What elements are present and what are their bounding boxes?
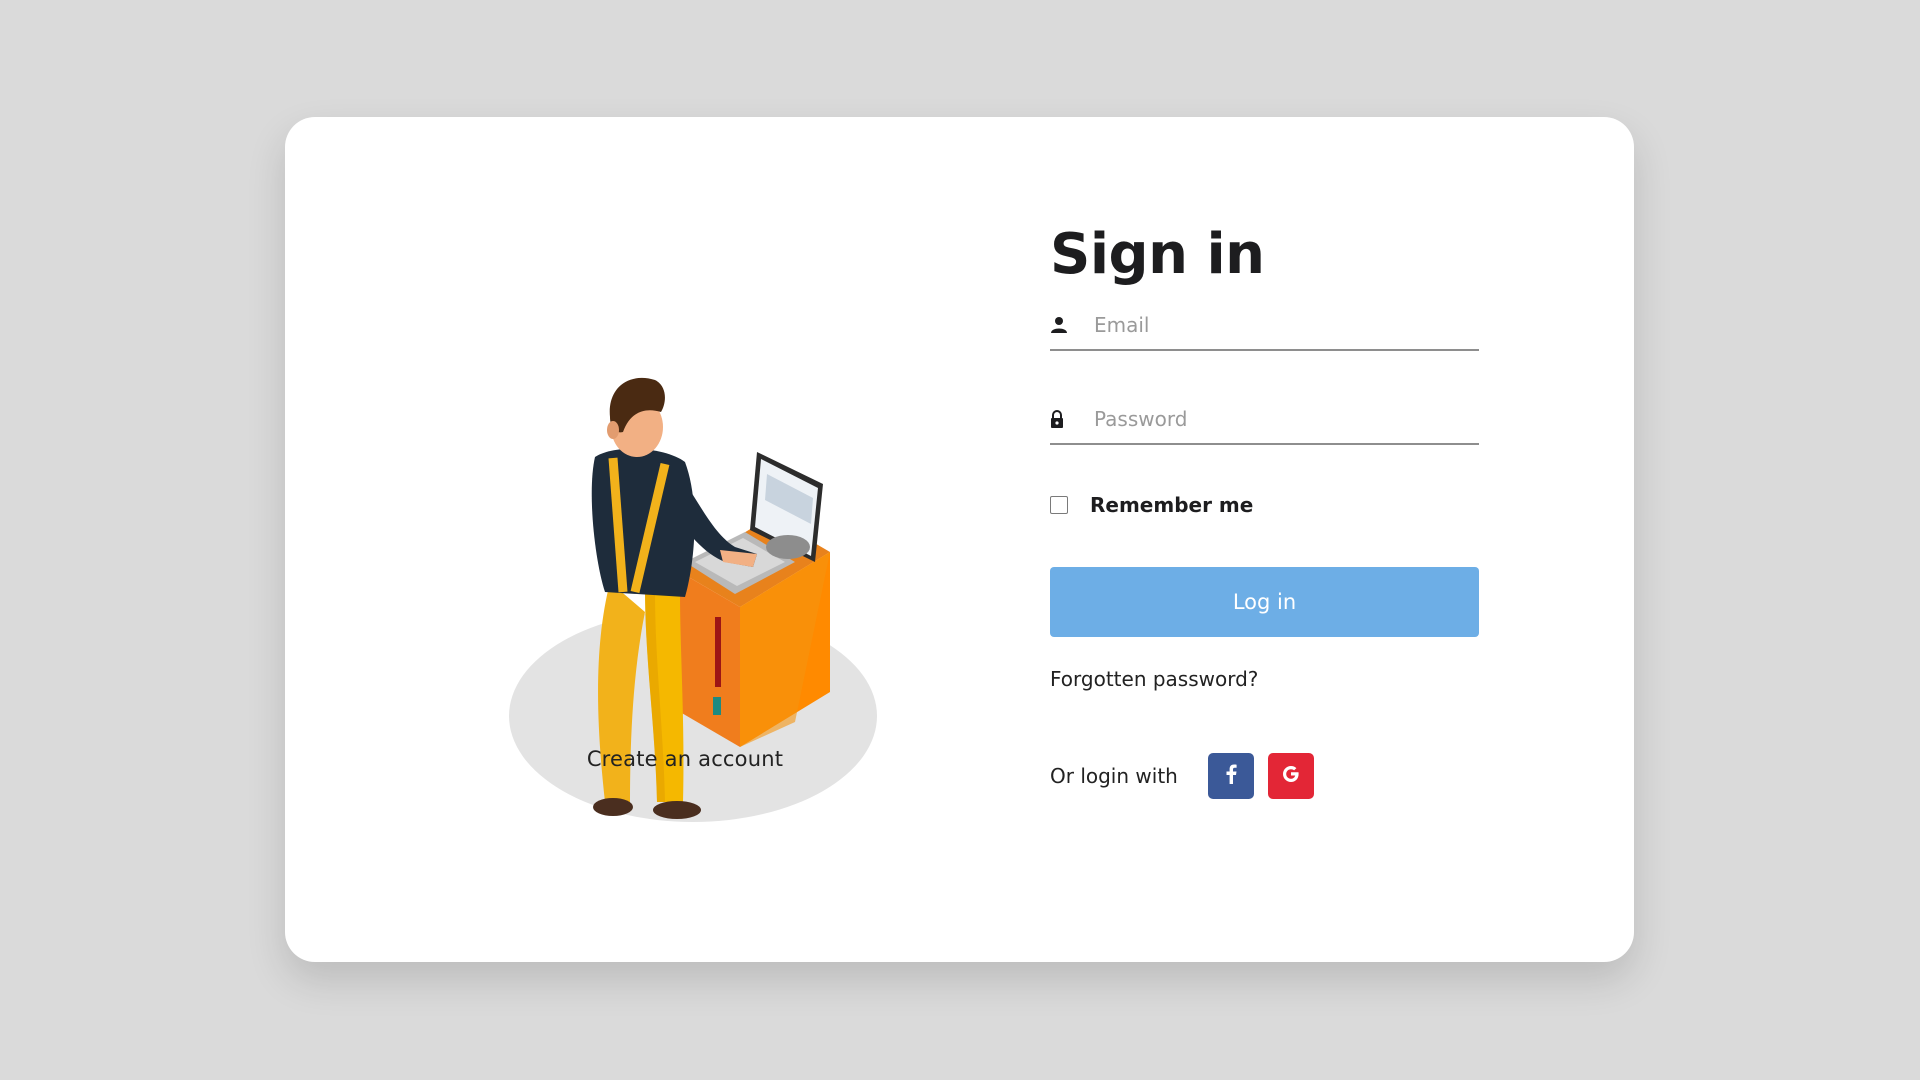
login-button[interactable]: Log in [1050, 567, 1479, 637]
create-account-link[interactable]: Create an account [485, 747, 885, 771]
user-icon [1050, 314, 1070, 336]
page-title: Sign in [1050, 222, 1265, 287]
email-field [1050, 301, 1479, 351]
lock-icon [1050, 408, 1070, 430]
email-input[interactable] [1094, 313, 1479, 337]
remember-me-checkbox[interactable] [1050, 496, 1068, 514]
password-input[interactable] [1094, 407, 1479, 431]
social-login-label: Or login with [1050, 764, 1178, 788]
facebook-login-button[interactable] [1207, 753, 1254, 799]
password-field [1050, 395, 1479, 445]
forgot-password-link[interactable]: Forgotten password? [1050, 667, 1258, 691]
signin-card: Create an account Sign in Email Remember… [285, 117, 1634, 962]
remember-me-label: Remember me [1090, 493, 1254, 517]
google-login-button[interactable] [1267, 753, 1314, 799]
google-icon [1281, 764, 1301, 788]
social-login-row: Or login with [1050, 753, 1479, 799]
signin-form: Sign in Remember me [1050, 227, 1479, 799]
facebook-icon [1225, 764, 1237, 788]
remember-me-row: Remember me [1050, 493, 1479, 517]
